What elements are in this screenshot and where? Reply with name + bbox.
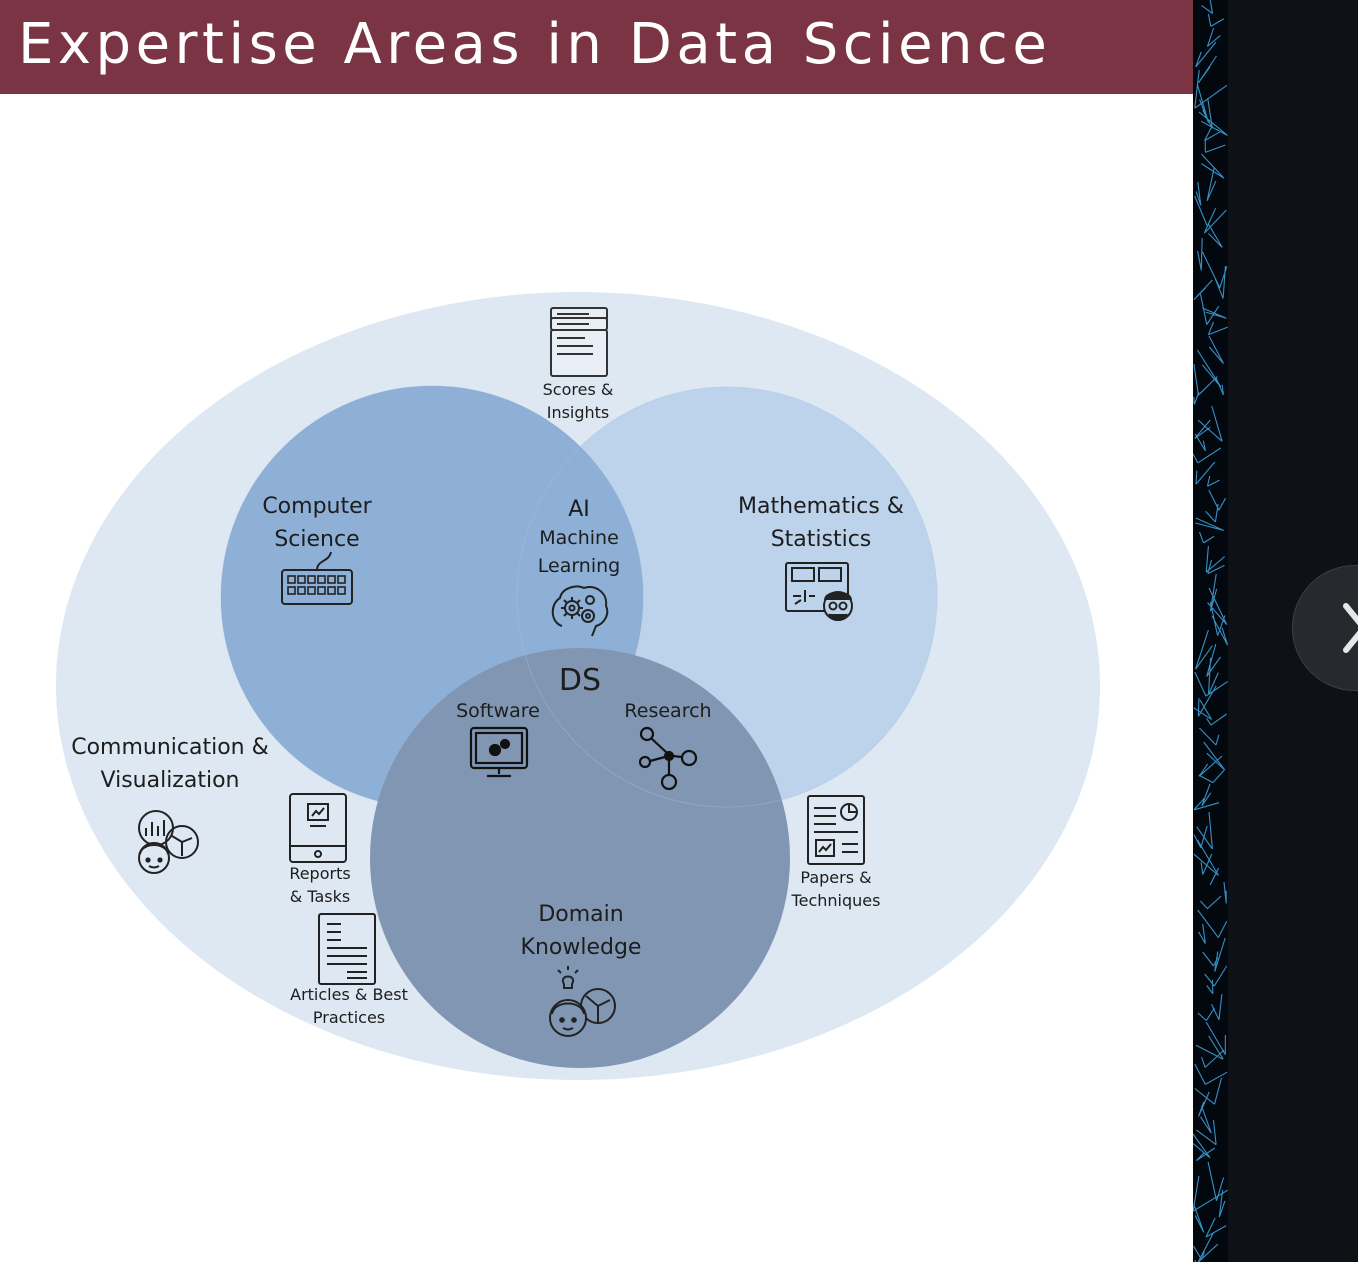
- monitor-gears-icon: [469, 726, 529, 778]
- chevron-right-icon[interactable]: [1330, 598, 1358, 658]
- article-document-icon: [318, 913, 376, 985]
- network-nodes-icon: [638, 726, 698, 790]
- heads-lightbulb-icon: [549, 966, 616, 1037]
- mathematics-statistics-label: Mathematics & Statistics: [738, 494, 904, 552]
- research-label: Research: [624, 700, 712, 722]
- ds-center-label: DS: [558, 663, 602, 698]
- paper-chart-icon: [807, 795, 865, 865]
- communication-visualization-label: Communication & Visualization: [71, 735, 269, 793]
- network-background-strip: [1193, 0, 1228, 1262]
- papers-techniques-label: Papers & Techniques: [791, 868, 881, 910]
- title-bar: Expertise Areas in Data Science: [0, 0, 1193, 94]
- slide: Expertise Areas in Data Science Scores &…: [0, 0, 1193, 1262]
- slide-title: Expertise Areas in Data Science: [18, 12, 1052, 77]
- math-teacher-icon: [785, 562, 853, 621]
- document-stack-icon: [550, 307, 608, 377]
- computer-science-label: Computer Science: [262, 494, 372, 552]
- brain-gears-icon: [551, 585, 609, 637]
- articles-best-practices-label: Articles & Best Practices: [290, 985, 408, 1027]
- scores-insights-label: Scores & Insights: [542, 380, 614, 422]
- software-label: Software: [456, 700, 540, 722]
- keyboard-icon: [281, 551, 353, 605]
- ai-ml-label: AI Machine Learning: [537, 497, 621, 577]
- audience-chart-icon: [138, 810, 199, 874]
- network-pattern: [1193, 0, 1228, 1262]
- tablet-report-icon: [289, 793, 347, 863]
- domain-knowledge-label: Domain Knowledge: [520, 902, 642, 960]
- venn-diagram: Scores & Insights Computer Science AI Ma…: [0, 94, 1193, 1262]
- reports-tasks-label: Reports & Tasks: [289, 864, 351, 906]
